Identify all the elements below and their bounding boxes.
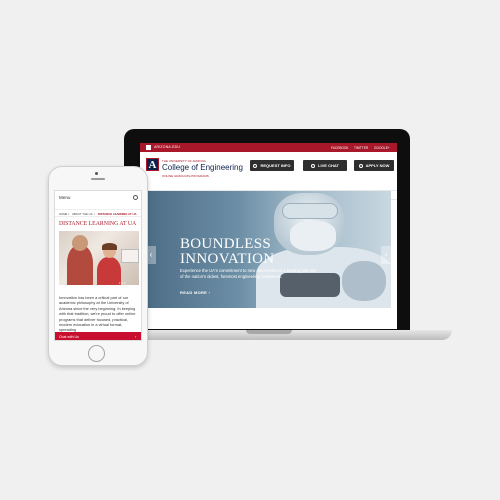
body-text: Innovation has been a critical part of o… <box>59 295 136 333</box>
photo-student-1-head <box>72 235 88 251</box>
request-info-button[interactable]: REQUEST INFO <box>250 160 294 171</box>
request-info-label: REQUEST INFO <box>260 163 291 168</box>
students-photo <box>59 231 139 285</box>
hero-title-line1: BOUNDLESS <box>180 236 272 252</box>
pencil-icon <box>358 163 363 168</box>
phone-home-button[interactable] <box>88 345 105 362</box>
apply-now-button[interactable]: APPLY NOW <box>354 160 394 171</box>
phone-screen: Menu HOME / ABOUT THE UA / DISTANCE LEAR… <box>54 190 142 341</box>
hero-next-arrow[interactable]: › <box>381 246 391 264</box>
carousel-dots[interactable]: • • • <box>119 280 125 285</box>
breadcrumb-separator: / <box>94 212 95 216</box>
chat-with-us-label: Chat with Us <box>59 335 79 339</box>
photo-student-2-hair <box>102 243 117 250</box>
phone-icon <box>253 163 258 168</box>
photo-student-1 <box>67 245 93 285</box>
breadcrumb-separator: / <box>68 212 69 216</box>
breadcrumb: HOME / ABOUT THE UA / DISTANCE LEARNING … <box>55 209 141 217</box>
hero-banner: ‹ › BOUNDLESS INNOVATION Experience the … <box>146 191 391 308</box>
phone-speaker <box>91 178 105 180</box>
hero-photo-hand <box>342 261 386 301</box>
chat-icon <box>311 163 316 168</box>
search-icon[interactable] <box>133 195 138 200</box>
live-chat-button[interactable]: LIVE CHAT <box>303 160 347 171</box>
chevron-right-icon: › <box>135 334 137 339</box>
university-topbar: ARIZONA.EDU FACEBOOK TWITTER GOOGLE+ <box>140 143 397 152</box>
mobile-menu-button[interactable]: Menu <box>59 195 71 200</box>
breadcrumb-current: DISTANCE LEARNING AT UA <box>98 212 137 216</box>
phone-camera <box>95 172 98 175</box>
hero-photo-goggles <box>282 203 338 219</box>
arizona-edu-link[interactable]: ARIZONA.EDU <box>154 145 180 149</box>
chat-with-us-button[interactable]: Chat with Us › <box>55 332 141 340</box>
university-logo[interactable]: A <box>146 158 159 171</box>
live-chat-label: LIVE CHAT <box>318 163 339 168</box>
facebook-link[interactable]: FACEBOOK <box>331 146 349 150</box>
photo-student-2 <box>97 257 121 285</box>
breadcrumb-home[interactable]: HOME <box>59 212 67 216</box>
laptop-notch <box>246 330 292 334</box>
page-title: DISTANCE LEARNING AT UA <box>59 221 137 227</box>
hero-photo-mask <box>290 221 336 251</box>
google-plus-link[interactable]: GOOGLE+ <box>374 146 390 150</box>
twitter-link[interactable]: TWITTER <box>354 146 368 150</box>
breadcrumb-about[interactable]: ABOUT THE UA <box>72 212 93 216</box>
hero-title-line2: INNOVATION <box>180 251 275 267</box>
photo-screen <box>121 249 139 263</box>
college-name[interactable]: College of Engineering <box>162 163 243 172</box>
laptop-screen: ARIZONA.EDU FACEBOOK TWITTER GOOGLE+ A T… <box>140 143 397 329</box>
read-more-link[interactable]: READ MORE › <box>180 290 210 295</box>
hero-title: BOUNDLESS INNOVATION <box>180 237 274 267</box>
apply-now-label: APPLY NOW <box>365 163 390 168</box>
site-subtitle: ONLINE GRADUATE PROGRAMS <box>162 174 209 178</box>
hero-description: Experience the UA's commitment to new di… <box>180 268 317 279</box>
site-header: A THE UNIVERSITY OF ARIZONA College of E… <box>140 152 397 200</box>
arizona-logo-icon <box>146 145 151 150</box>
